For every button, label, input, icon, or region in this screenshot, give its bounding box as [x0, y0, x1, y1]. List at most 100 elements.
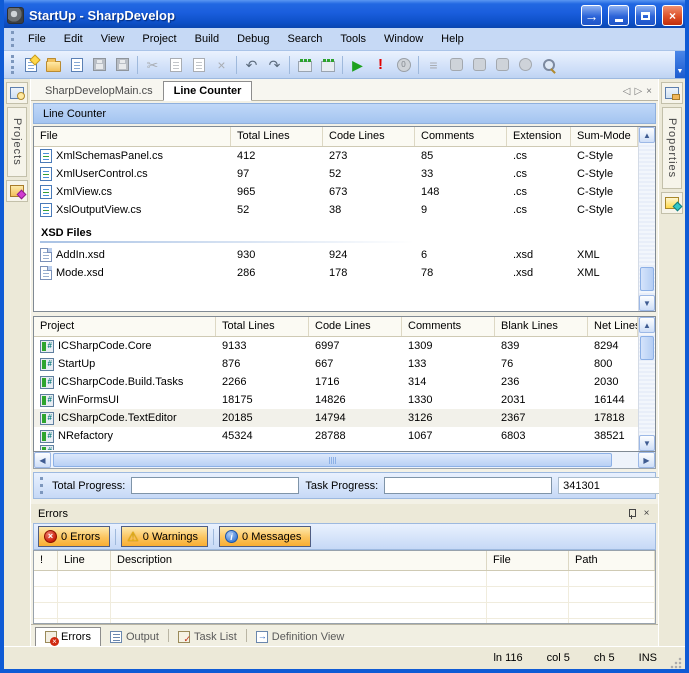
col-code-lines[interactable]: Code Lines — [309, 317, 402, 336]
tab-output[interactable]: Output — [101, 628, 168, 646]
col-code-lines[interactable]: Code Lines — [323, 127, 415, 146]
scroll-up-icon[interactable]: ▲ — [639, 317, 655, 333]
maximize-button[interactable] — [635, 5, 656, 26]
tab-close-icon[interactable]: × — [646, 86, 652, 97]
menu-search[interactable]: Search — [279, 29, 332, 49]
redo-icon[interactable]: ↷ — [263, 54, 286, 76]
table-row[interactable]: XslOutputView.cs 52 38 9 .cs C-Style — [34, 201, 638, 219]
tab-task-list[interactable]: Task List — [169, 628, 246, 646]
table-row[interactable]: XmlUserControl.cs 97 52 33 .cs C-Style — [34, 165, 638, 183]
search-icon[interactable] — [537, 54, 560, 76]
menubar-grip[interactable] — [11, 31, 16, 46]
col-net-lines[interactable]: Net Lines — [588, 317, 638, 336]
format-block-icon[interactable] — [445, 54, 468, 76]
scroll-right-icon[interactable]: ▶ — [638, 452, 655, 468]
warnings-filter-button[interactable]: ⚠ 0 Warnings — [121, 526, 208, 547]
abort-build-icon[interactable]: ! — [369, 54, 392, 76]
errors-filter-button[interactable]: × 0 Errors — [38, 526, 110, 547]
minimize-button[interactable] — [608, 5, 629, 26]
scroll-thumb[interactable] — [640, 336, 654, 360]
menu-build[interactable]: Build — [186, 29, 228, 49]
files-table-scrollbar[interactable]: ▲ ▼ — [638, 127, 655, 311]
col-line[interactable]: Line — [58, 551, 111, 570]
tab-scroll-right-icon[interactable]: ▷ — [634, 86, 642, 97]
progress-strip-grip[interactable] — [40, 477, 43, 495]
scroll-thumb[interactable] — [640, 267, 654, 291]
next-bookmark-icon[interactable] — [491, 54, 514, 76]
tab-line-counter[interactable]: Line Counter — [163, 81, 253, 101]
scroll-down-icon[interactable]: ▼ — [639, 295, 655, 311]
table-row[interactable]: WinFormsUI 18175 14826 1330 2031 16144 — [34, 391, 638, 409]
horizontal-scrollbar[interactable]: ◀ ▶ — [33, 452, 656, 469]
new-file-icon[interactable] — [19, 54, 42, 76]
tab-sharpdevelopmain[interactable]: SharpDevelopMain.cs — [35, 82, 163, 100]
messages-filter-button[interactable]: i 0 Messages — [219, 526, 311, 547]
col-blank-lines[interactable]: Blank Lines — [495, 317, 588, 336]
menu-edit[interactable]: Edit — [55, 29, 92, 49]
col-comments[interactable]: Comments — [402, 317, 495, 336]
col-comments[interactable]: Comments — [415, 127, 507, 146]
scroll-up-icon[interactable]: ▲ — [639, 127, 655, 143]
scroll-left-icon[interactable]: ◀ — [34, 452, 51, 468]
projects-pad-button[interactable] — [6, 82, 28, 104]
col-total-lines[interactable]: Total Lines — [231, 127, 323, 146]
table-row[interactable]: XmlSchemasPanel.cs 412 273 85 .cs C-Styl… — [34, 147, 638, 165]
table-row[interactable]: AddIn.xsd 930 924 6 .xsd XML — [34, 246, 638, 264]
projects-table-scrollbar[interactable]: ▲ ▼ — [638, 317, 655, 451]
table-row[interactable]: NRefactory 45324 28788 1067 6803 38521 — [34, 427, 638, 445]
table-row[interactable]: ICSharpCode.Build.Tasks 2266 1716 314 23… — [34, 373, 638, 391]
col-file[interactable]: File — [34, 127, 231, 146]
toolbar-grip[interactable] — [11, 55, 16, 74]
menu-debug[interactable]: Debug — [228, 29, 278, 49]
menu-window[interactable]: Window — [375, 29, 432, 49]
col-description[interactable]: Description — [111, 551, 487, 570]
scroll-down-icon[interactable]: ▼ — [639, 435, 655, 451]
sidebar-tab-projects[interactable]: Projects — [7, 107, 27, 177]
col-extension[interactable]: Extension — [507, 127, 571, 146]
col-sum-mode[interactable]: Sum-Mode — [571, 127, 638, 146]
col-total-lines[interactable]: Total Lines — [216, 317, 309, 336]
menu-project[interactable]: Project — [133, 29, 185, 49]
table-row[interactable]: ICSharpCode.Core 9133 6997 1309 839 8294 — [34, 337, 638, 355]
pin-button[interactable] — [624, 507, 639, 521]
menu-file[interactable]: File — [19, 29, 55, 49]
delete-icon[interactable]: × — [210, 54, 233, 76]
classes-pad-button[interactable] — [6, 180, 28, 202]
col-severity[interactable]: ! — [34, 551, 58, 570]
comment-region-icon[interactable] — [293, 54, 316, 76]
tools-pad-button[interactable] — [661, 192, 683, 214]
save-icon[interactable] — [88, 54, 111, 76]
menu-help[interactable]: Help — [432, 29, 473, 49]
sort-lines-icon[interactable]: ≡ — [422, 54, 445, 76]
toolbar-overflow-icon[interactable]: ▼ — [675, 51, 685, 78]
cut-icon[interactable]: ✂ — [141, 54, 164, 76]
table-row[interactable]: XmlView.cs 965 673 148 .cs C-Style — [34, 183, 638, 201]
tab-errors[interactable]: Errors — [35, 627, 101, 647]
properties-pad-button[interactable] — [661, 82, 683, 104]
menu-tools[interactable]: Tools — [331, 29, 375, 49]
undo-icon[interactable]: ↶ — [240, 54, 263, 76]
menu-view[interactable]: View — [92, 29, 134, 49]
scroll-thumb[interactable] — [53, 453, 612, 467]
prev-bookmark-icon[interactable] — [468, 54, 491, 76]
restore-window-button[interactable]: → — [581, 5, 602, 26]
table-row[interactable]: ICSharpCode.TextEditor 20185 14794 3126 … — [34, 409, 638, 427]
profiler-icon[interactable]: 0 — [392, 54, 415, 76]
uncomment-region-icon[interactable] — [316, 54, 339, 76]
table-row[interactable]: Mode.xsd 286 178 78 .xsd XML — [34, 264, 638, 282]
table-row[interactable]: StartUp 876 667 133 76 800 — [34, 355, 638, 373]
paste-icon[interactable] — [187, 54, 210, 76]
open-file-icon[interactable] — [42, 54, 65, 76]
tab-scroll-left-icon[interactable]: ◁ — [623, 86, 631, 97]
table-row-clipped[interactable] — [34, 445, 638, 450]
open-with-icon[interactable] — [65, 54, 88, 76]
resize-grip[interactable] — [669, 656, 682, 669]
errors-close-button[interactable]: × — [639, 507, 654, 521]
copy-icon[interactable] — [164, 54, 187, 76]
close-button[interactable]: × — [662, 5, 683, 26]
run-icon[interactable]: ▶ — [346, 54, 369, 76]
tab-definition-view[interactable]: Definition View — [247, 628, 354, 646]
save-all-icon[interactable] — [111, 54, 134, 76]
clear-bookmarks-icon[interactable] — [514, 54, 537, 76]
sidebar-tab-properties[interactable]: Properties — [662, 107, 682, 189]
